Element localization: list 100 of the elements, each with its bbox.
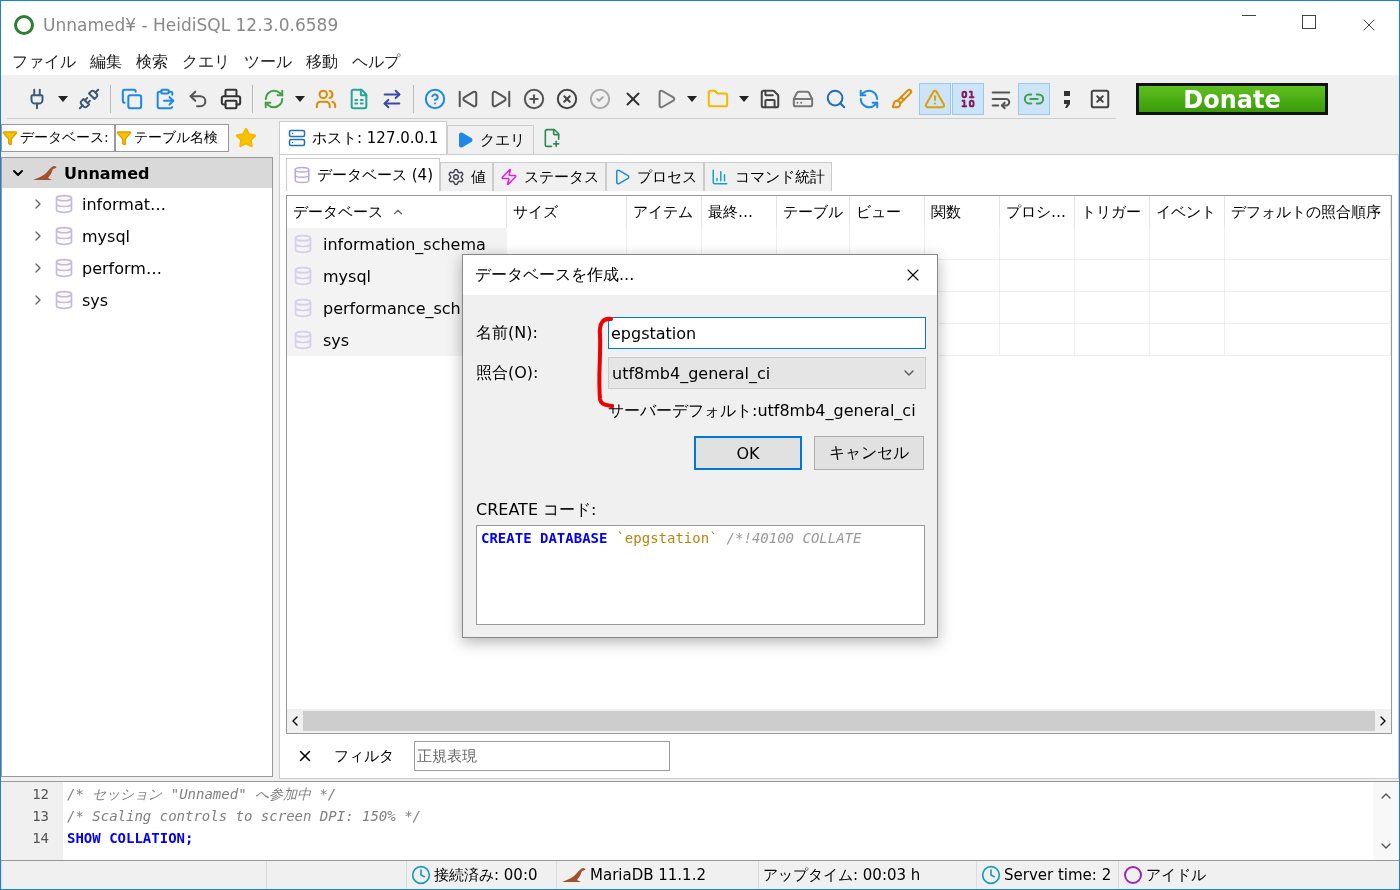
arrows-icon <box>381 87 403 110</box>
filter-tab[interactable]: データベース: <box>1 124 115 152</box>
server-icon <box>288 129 306 147</box>
database-icon <box>293 298 313 318</box>
column-header[interactable]: イベント <box>1150 196 1225 228</box>
menu-item[interactable]: 検索 <box>129 51 175 73</box>
filter-icon <box>116 130 132 146</box>
filter-icon <box>2 130 18 146</box>
app-logo-icon <box>13 14 35 36</box>
warning-icon <box>924 87 946 110</box>
clock-icon <box>981 865 1001 885</box>
window-title: Unnamed¥ - HeidiSQL 12.3.0.6589 <box>43 15 340 35</box>
lightning-icon <box>500 168 518 186</box>
filter-tab[interactable]: テーブル名検 <box>115 124 229 152</box>
collation-dropdown[interactable]: utf8mb4_general_ci <box>608 357 926 389</box>
maximize-icon[interactable] <box>1302 15 1316 29</box>
tab[interactable]: プロセス <box>606 162 704 191</box>
column-header[interactable]: テーブル <box>777 196 850 228</box>
bar-chart-icon <box>711 168 729 186</box>
csv-file-icon <box>348 87 370 110</box>
plus-icon <box>523 87 545 110</box>
database-icon <box>54 226 74 246</box>
caret-icon <box>739 95 749 102</box>
tab[interactable]: ステータス <box>493 162 606 191</box>
ok-button[interactable]: OK <box>694 436 802 470</box>
code-editor: CREATE DATABASE `epgstation` /*!40100 COLLATE <box>476 525 925 625</box>
sea-lion-icon <box>32 165 58 181</box>
tab[interactable]: データベース (4) <box>286 158 440 191</box>
collation-label: 照合(O): <box>476 362 540 384</box>
tree-item[interactable]: perform… <box>2 252 272 284</box>
minimize-icon[interactable] <box>1242 15 1256 17</box>
server-default-text: サーバーデフォルト:utf8mb4_general_ci <box>608 401 917 422</box>
cancel-icon <box>556 87 578 110</box>
column-header[interactable]: ビュー <box>850 196 925 228</box>
database-icon <box>293 234 313 254</box>
log-line: /* Scaling controls to screen DPI: 150% */ <box>67 808 422 826</box>
log-line: SHOW COLLATION; <box>67 830 195 848</box>
log-line: /* セッション "Unnamed" へ参加中 */ <box>67 786 338 804</box>
caret-icon <box>687 95 697 102</box>
tree-item[interactable]: informat… <box>2 188 272 220</box>
name-field[interactable]: epgstation <box>608 317 926 349</box>
menu-item[interactable]: 移動 <box>299 51 345 73</box>
reload-icon <box>858 87 880 110</box>
semicolon-icon <box>1063 89 1071 108</box>
ring-icon <box>1123 865 1143 885</box>
help-icon <box>424 87 446 110</box>
cancel-button[interactable]: キャンセル <box>814 436 924 470</box>
line-number: 14 <box>31 830 50 848</box>
tree-item[interactable]: sys <box>2 284 272 316</box>
status-text: アイドル <box>1146 865 1206 885</box>
clear-icon <box>1089 87 1111 110</box>
tab[interactable]: クエリ <box>447 125 535 154</box>
code-label: CREATE コード: <box>476 500 598 521</box>
database-icon <box>54 194 74 214</box>
database-icon <box>293 330 313 350</box>
vertical-scrollbar[interactable] <box>1373 782 1399 860</box>
folder-icon <box>707 87 729 110</box>
clock-icon <box>411 865 431 885</box>
tree-item[interactable]: Unnamed <box>2 158 272 188</box>
line-number: 12 <box>31 786 50 804</box>
unplug-icon <box>78 87 100 110</box>
table-cell: information_schema <box>287 228 507 260</box>
menu-item[interactable]: ヘルプ <box>345 51 407 73</box>
caret-icon <box>295 95 305 102</box>
filter-label: フィルタ <box>334 746 394 766</box>
toolbar-button[interactable] <box>952 82 984 115</box>
copy-icon <box>121 87 143 110</box>
database-icon <box>293 166 311 184</box>
tab[interactable]: コマンド統計 <box>704 162 832 191</box>
status-text: MariaDB 11.1.2 <box>590 866 706 884</box>
save-icon <box>759 87 781 110</box>
filter-field[interactable]: 正規表現 <box>414 741 670 771</box>
status-text: Server time: 2 <box>1004 866 1112 884</box>
database-icon <box>293 266 313 286</box>
database-icon <box>54 290 74 310</box>
column-header[interactable]: デフォルトの照合順序 <box>1225 196 1391 228</box>
tab[interactable]: ホスト: 127.0.0.1 <box>279 121 448 154</box>
horizontal-scrollbar[interactable] <box>287 709 1391 733</box>
status-text: 接続済み: 00:0 <box>434 865 538 885</box>
column-header[interactable]: トリガー <box>1075 196 1150 228</box>
menu-item[interactable]: 編集 <box>83 51 129 73</box>
column-header[interactable]: プロシ… <box>1000 196 1075 228</box>
column-header[interactable]: 最終… <box>702 196 777 228</box>
menu-item[interactable]: クエリ <box>175 51 237 73</box>
column-header[interactable]: サイズ <box>507 196 627 228</box>
caret-icon <box>58 95 68 102</box>
menu-item[interactable]: ツール <box>237 51 299 73</box>
column-header[interactable]: アイテム <box>627 196 702 228</box>
search-icon <box>825 87 847 110</box>
tab[interactable]: 値 <box>440 162 493 191</box>
column-header[interactable]: 関数 <box>925 196 1000 228</box>
printer-icon <box>220 87 242 110</box>
play-icon <box>613 168 631 186</box>
star-icon[interactable] <box>235 127 257 149</box>
play-icon <box>456 131 475 149</box>
database-icon <box>54 258 74 278</box>
menu-item[interactable]: ファイル <box>5 51 83 73</box>
status-text: アップタイム: 00:03 h <box>763 865 921 885</box>
tree-item[interactable]: mysql <box>2 220 272 252</box>
gear-icon <box>447 168 465 186</box>
